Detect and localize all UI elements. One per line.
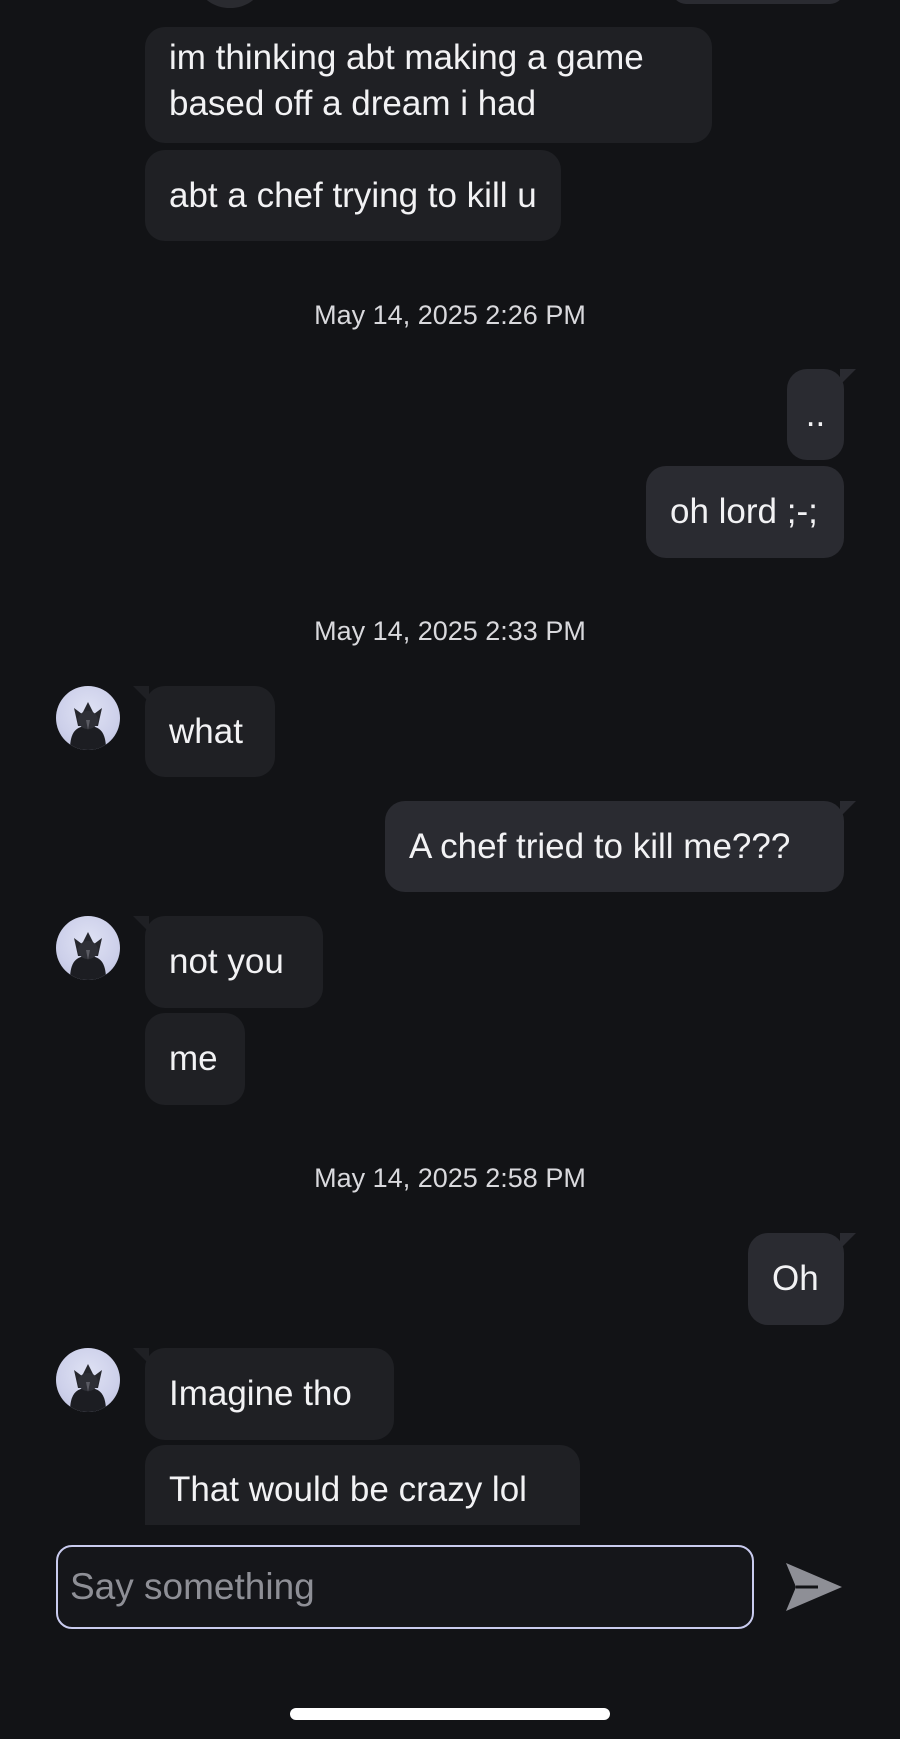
incoming-message[interactable]: abt a chef trying to kill u xyxy=(145,150,561,241)
message-text: me xyxy=(169,1039,218,1078)
chat-screen: im thinking abt making a game based off … xyxy=(0,0,900,1739)
outgoing-message[interactable]: oh lord ;-; xyxy=(646,466,844,558)
message-text: not you xyxy=(169,942,284,981)
message-text: Imagine tho xyxy=(169,1374,352,1413)
message-input[interactable] xyxy=(70,1547,752,1627)
message-text: oh lord ;-; xyxy=(670,492,818,531)
incoming-message[interactable]: im thinking abt making a game based off … xyxy=(145,27,712,143)
avatar-image xyxy=(70,1364,106,1412)
message-composer[interactable] xyxy=(56,1545,754,1629)
send-button[interactable] xyxy=(782,1558,846,1616)
outgoing-bubble-fragment xyxy=(672,0,844,4)
outgoing-message[interactable]: Oh xyxy=(748,1233,856,1325)
outgoing-message[interactable]: .. xyxy=(787,369,856,460)
message-text: A chef tried to kill me??? xyxy=(409,826,791,866)
incoming-message[interactable]: what xyxy=(133,686,275,777)
contact-avatar[interactable] xyxy=(56,1348,120,1412)
avatar-image xyxy=(70,702,106,750)
incoming-message[interactable]: not you xyxy=(133,916,323,1008)
send-icon xyxy=(786,1563,842,1611)
avatar-image xyxy=(70,932,106,980)
avatar-fragment xyxy=(200,0,260,8)
contact-avatar[interactable] xyxy=(56,686,120,750)
incoming-message[interactable]: Imagine tho xyxy=(133,1348,394,1440)
message-text: what xyxy=(169,711,243,751)
message-text: That would be crazy lol xyxy=(169,1470,527,1509)
message-text: .. xyxy=(805,394,826,434)
contact-avatar[interactable] xyxy=(56,916,120,980)
timestamp: May 14, 2025 2:26 PM xyxy=(314,300,586,330)
message-text: im thinking abt making a game based off … xyxy=(169,38,644,123)
incoming-message[interactable]: me xyxy=(145,1013,245,1105)
incoming-message[interactable]: That would be crazy lol xyxy=(145,1445,580,1525)
home-indicator xyxy=(290,1708,610,1720)
outgoing-message[interactable]: A chef tried to kill me??? xyxy=(385,801,856,892)
message-text: Oh xyxy=(772,1259,819,1298)
timestamp: May 14, 2025 2:33 PM xyxy=(314,616,586,646)
timestamp: May 14, 2025 2:58 PM xyxy=(314,1163,586,1193)
message-text: abt a chef trying to kill u xyxy=(169,175,537,215)
